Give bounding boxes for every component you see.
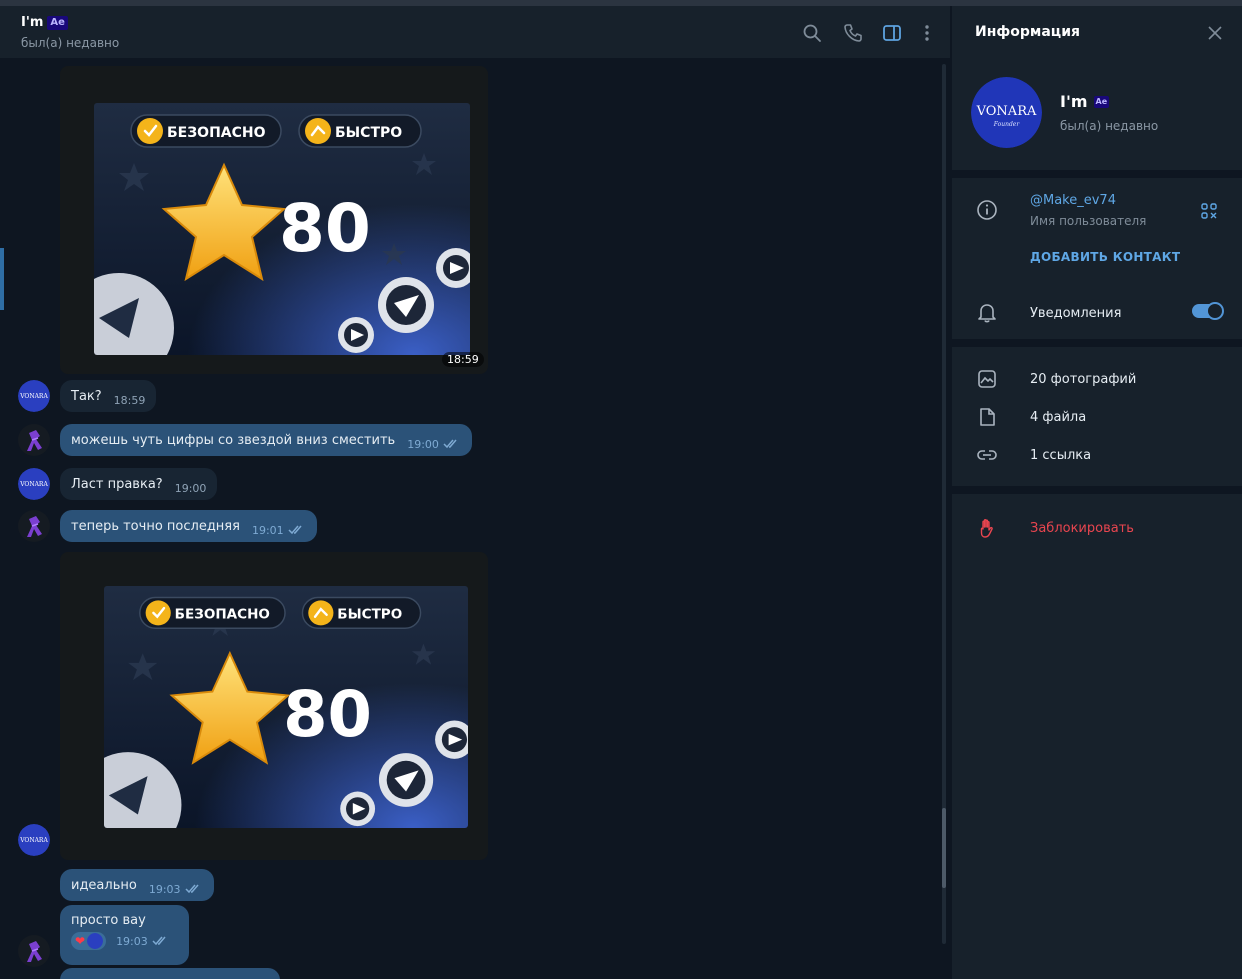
message-bubble-outgoing[interactable]: идеально 19:03 xyxy=(60,869,214,901)
message-time: 19:03 xyxy=(148,882,181,896)
username-caption: Имя пользователя xyxy=(1030,214,1147,228)
message-text: теперь точно последняя xyxy=(71,518,240,534)
double-check-icon xyxy=(288,525,306,535)
info-title: Информация xyxy=(975,24,1080,40)
svg-text:VONARA: VONARA xyxy=(19,837,48,844)
message-bubble-incoming[interactable]: Ласт правка? 19:00 xyxy=(60,468,218,500)
message-text: можешь чуть цифры со звездой вниз смести… xyxy=(71,432,396,448)
notifications-label: Уведомления xyxy=(1030,306,1122,321)
block-hand-icon xyxy=(976,517,998,539)
message-bubble-outgoing[interactable]: можешь чуть цифры со звездой вниз смести… xyxy=(60,424,472,456)
svg-text:VONARA: VONARA xyxy=(976,104,1037,119)
sticker-image[interactable]: БЕЗОПАСНО БЫСТРО 80 xyxy=(104,586,468,828)
avatar-vonara[interactable]: VONARA xyxy=(18,824,50,856)
message-time: 18:59 xyxy=(113,393,146,407)
sticker-badge-left: БЕЗОПАСНО xyxy=(167,125,266,141)
svg-text:Founder: Founder xyxy=(993,121,1021,128)
chat-title-row[interactable]: I'm Ae xyxy=(21,15,68,30)
files-count[interactable]: 4 файла xyxy=(1030,410,1086,425)
message-list[interactable]: БЕЗОПАСНО БЫСТРО 80 18:59 VONARA Так? 18… xyxy=(0,58,950,979)
chat-header: I'm Ae был(а) недавно xyxy=(0,6,950,58)
message-text: идеально xyxy=(71,877,137,893)
phone-icon[interactable] xyxy=(842,22,864,44)
block-user-button[interactable]: Заблокировать xyxy=(1030,521,1134,536)
sticker-badge-right: БЫСТРО xyxy=(335,125,402,141)
sticker-badge-left: БЕЗОПАСНО xyxy=(175,607,270,623)
profile-name-badge: Ae xyxy=(1093,95,1110,108)
sticker-badge-right: БЫСТРО xyxy=(337,607,402,623)
double-check-icon xyxy=(443,439,461,449)
profile-name: I'm xyxy=(1060,92,1088,111)
chat-scrollbar-thumb[interactable] xyxy=(942,808,946,888)
chat-title[interactable]: I'm xyxy=(21,15,43,30)
sticker-message-1[interactable]: БЕЗОПАСНО БЫСТРО 80 18:59 xyxy=(60,66,488,374)
file-icon xyxy=(976,406,998,428)
message-text: просто вау xyxy=(71,913,146,928)
sticker-time: 18:59 xyxy=(442,352,484,367)
info-panel: Информация VONARA Founder I'm Ae был(а) … xyxy=(950,6,1242,979)
avatar-self[interactable] xyxy=(18,935,50,967)
message-bubble-outgoing[interactable]: просто вау ❤ 19:03 xyxy=(60,905,189,965)
avatar-self[interactable] xyxy=(18,424,50,456)
close-icon[interactable] xyxy=(1206,24,1224,42)
message-text: Ласт правка? xyxy=(71,476,163,492)
chat-title-badge: Ae xyxy=(47,15,68,30)
double-check-icon xyxy=(152,936,170,946)
username-value[interactable]: @Make_ev74 xyxy=(1030,193,1116,208)
message-time: 19:00 xyxy=(407,437,439,451)
profile-status: был(а) недавно xyxy=(1060,119,1159,133)
more-vertical-icon[interactable] xyxy=(916,22,938,44)
photos-count[interactable]: 20 фотографий xyxy=(1030,372,1136,387)
add-contact-button[interactable]: ДОБАВИТЬ КОНТАКТ xyxy=(1030,250,1180,264)
profile-avatar[interactable]: VONARA Founder xyxy=(971,77,1042,148)
avatar-vonara[interactable]: VONARA xyxy=(18,468,50,500)
sticker-number: 80 xyxy=(279,190,371,267)
message-bubble-outgoing-partial[interactable] xyxy=(60,968,280,979)
message-bubble-incoming[interactable]: Так? 18:59 xyxy=(60,380,157,412)
sticker-number: 80 xyxy=(283,678,372,752)
sticker-message-2[interactable]: БЕЗОПАСНО БЫСТРО 80 xyxy=(60,552,488,860)
heart-icon: ❤ xyxy=(75,934,86,948)
profile-name-row: I'm Ae xyxy=(1060,92,1110,111)
message-time: 19:00 xyxy=(174,481,207,495)
notifications-toggle[interactable] xyxy=(1192,302,1224,320)
svg-text:VONARA: VONARA xyxy=(19,393,48,400)
svg-text:VONARA: VONARA xyxy=(19,481,48,488)
message-time: 19:01 xyxy=(251,523,284,537)
links-count[interactable]: 1 ссылка xyxy=(1030,448,1091,463)
avatar-self[interactable] xyxy=(18,510,50,542)
chat-panel: I'm Ae был(а) недавно БЕЗОПАСНО БЫСТРО 8… xyxy=(0,6,950,979)
reaction-heart[interactable]: ❤ xyxy=(71,932,107,950)
message-time: 19:03 xyxy=(116,934,148,948)
toggle-knob xyxy=(1206,302,1224,320)
bell-icon xyxy=(976,301,998,323)
qr-code-icon[interactable] xyxy=(1200,202,1218,220)
link-icon xyxy=(976,444,998,466)
search-icon[interactable] xyxy=(801,22,823,44)
reaction-avatar xyxy=(87,933,104,949)
chat-status: был(а) недавно xyxy=(21,36,120,50)
info-icon xyxy=(976,199,998,221)
scroll-indicator-left xyxy=(0,248,4,310)
photo-icon xyxy=(976,368,998,390)
double-check-icon xyxy=(185,884,203,894)
section-separator xyxy=(952,486,1242,494)
avatar-vonara[interactable]: VONARA xyxy=(18,380,50,412)
section-separator xyxy=(952,339,1242,347)
message-bubble-outgoing[interactable]: теперь точно последняя 19:01 xyxy=(60,510,317,542)
sidebar-toggle-icon[interactable] xyxy=(881,22,903,44)
section-separator xyxy=(952,170,1242,178)
message-text: Так? xyxy=(71,388,102,404)
sticker-image[interactable]: БЕЗОПАСНО БЫСТРО 80 xyxy=(94,103,470,355)
